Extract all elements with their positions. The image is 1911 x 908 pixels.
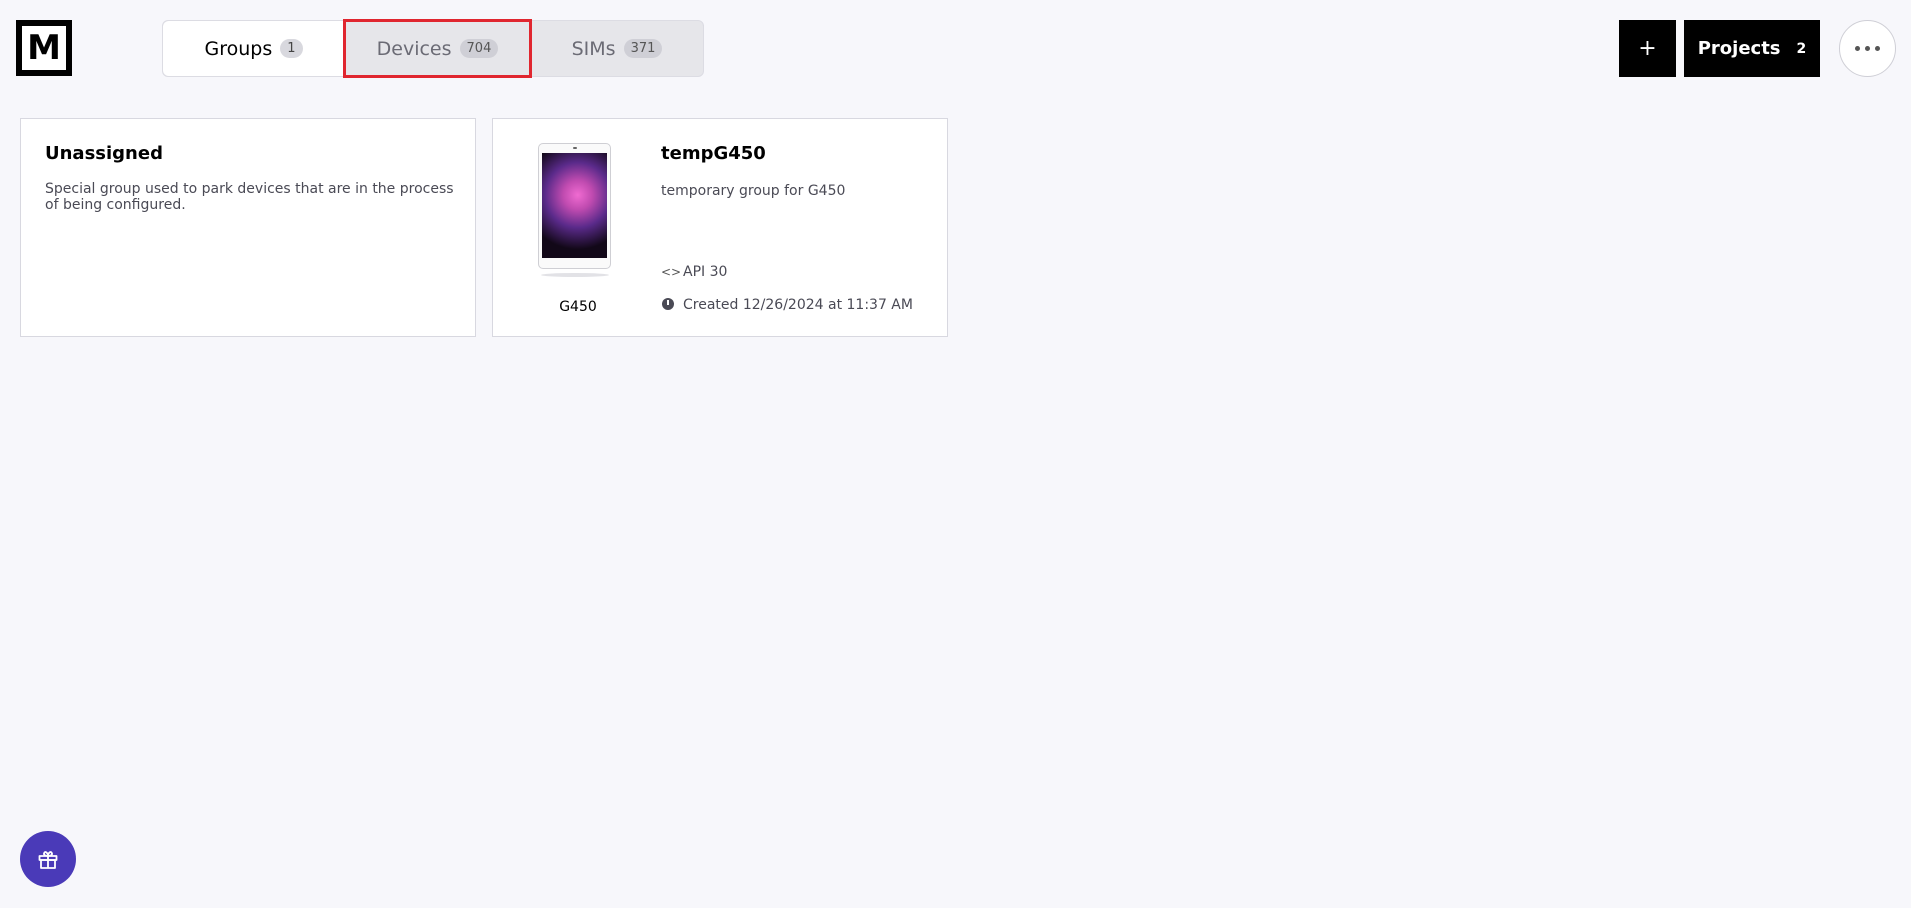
- tab-sims[interactable]: SIMs 371: [531, 21, 703, 76]
- created-date: Created 12/26/2024 at 11:37 AM: [661, 297, 913, 313]
- projects-count: 2: [1796, 40, 1807, 57]
- tab-sims-count: 371: [623, 39, 663, 58]
- more-horizontal-icon: [1865, 46, 1870, 51]
- more-options-button[interactable]: [1839, 20, 1896, 77]
- group-card-unassigned[interactable]: Unassigned Special group used to park de…: [20, 118, 476, 337]
- device-image: [538, 143, 611, 269]
- group-card-tempg450[interactable]: G450 tempG450 temporary group for G450 <…: [492, 118, 948, 337]
- more-horizontal-icon: [1875, 46, 1880, 51]
- clock-icon: [662, 297, 674, 310]
- tab-devices-count: 704: [459, 39, 499, 58]
- tab-sims-label: SIMs: [571, 37, 616, 60]
- gift-icon: [38, 851, 58, 869]
- app-logo[interactable]: M: [16, 20, 72, 76]
- device-model-label: G450: [559, 299, 597, 315]
- gift-button[interactable]: [20, 831, 76, 887]
- group-description: temporary group for G450: [661, 183, 846, 199]
- created-date-text: Created 12/26/2024 at 11:37 AM: [683, 297, 913, 313]
- group-title: Unassigned: [45, 143, 163, 164]
- tab-groups-count: 1: [280, 39, 303, 58]
- group-description: Special group used to park devices that …: [45, 181, 454, 213]
- tab-groups[interactable]: Groups 1: [163, 21, 344, 76]
- tab-devices-label: Devices: [376, 37, 452, 60]
- group-title: tempG450: [661, 143, 766, 164]
- main-tabs: Groups 1 Devices 704 SIMs 371: [162, 19, 704, 78]
- api-level-text: API 30: [683, 264, 728, 280]
- api-level: <> API 30: [661, 264, 727, 280]
- code-icon: <>: [661, 265, 682, 279]
- add-button[interactable]: +: [1619, 20, 1676, 77]
- add-button-label: +: [1638, 36, 1657, 61]
- projects-label: Projects: [1697, 38, 1781, 59]
- tab-groups-label: Groups: [204, 37, 273, 60]
- logo-letter: M: [27, 28, 61, 68]
- projects-button[interactable]: Projects 2: [1684, 20, 1820, 77]
- more-horizontal-icon: [1855, 46, 1860, 51]
- tab-devices[interactable]: Devices 704: [343, 19, 532, 78]
